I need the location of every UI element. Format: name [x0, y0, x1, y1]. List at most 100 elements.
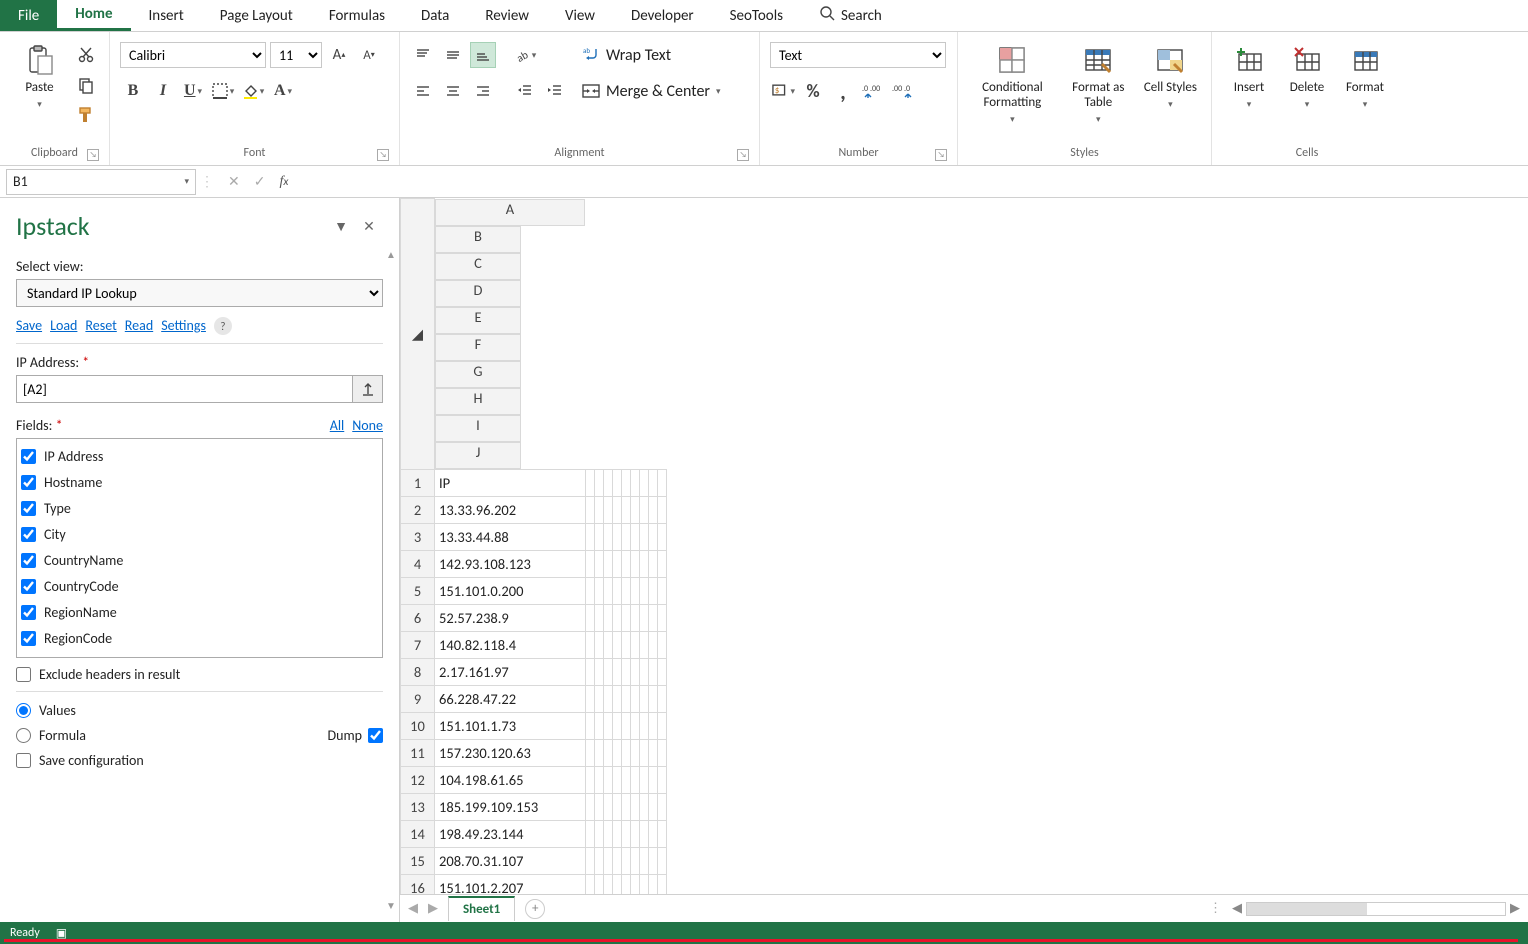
cell[interactable]: [657, 523, 666, 550]
cell[interactable]: [594, 739, 603, 766]
cell[interactable]: [603, 847, 612, 874]
font-size-combo[interactable]: 11: [270, 42, 322, 68]
cell[interactable]: [612, 550, 621, 577]
row-header[interactable]: 2: [401, 496, 435, 523]
borders-button[interactable]: [210, 78, 236, 104]
cell[interactable]: [630, 793, 639, 820]
percent-button[interactable]: %: [800, 78, 826, 104]
align-bottom-button[interactable]: [470, 42, 496, 68]
cell[interactable]: [639, 874, 648, 894]
insert-cells-button[interactable]: Insert▾: [1222, 42, 1276, 110]
cell[interactable]: [585, 550, 594, 577]
font-name-combo[interactable]: Calibri: [120, 42, 266, 68]
cell[interactable]: [639, 577, 648, 604]
cell[interactable]: [585, 577, 594, 604]
cell[interactable]: [603, 685, 612, 712]
row-header[interactable]: 6: [401, 604, 435, 631]
cell[interactable]: [657, 793, 666, 820]
cell[interactable]: [657, 739, 666, 766]
column-header[interactable]: H: [435, 388, 521, 415]
format-as-table-button[interactable]: Format as Table▾: [1061, 42, 1136, 125]
cell[interactable]: [657, 712, 666, 739]
cell[interactable]: [657, 469, 666, 496]
cell[interactable]: [630, 820, 639, 847]
column-header[interactable]: F: [435, 334, 521, 361]
cell[interactable]: [594, 469, 603, 496]
cell[interactable]: [621, 658, 630, 685]
clipboard-dialog-launcher[interactable]: ↘: [87, 149, 99, 161]
format-cells-button[interactable]: Format▾: [1338, 42, 1392, 110]
cell[interactable]: [585, 658, 594, 685]
cell[interactable]: 66.228.47.22: [435, 685, 586, 712]
cell[interactable]: [630, 712, 639, 739]
row-header[interactable]: 15: [401, 847, 435, 874]
cell[interactable]: [630, 685, 639, 712]
align-middle-button[interactable]: [440, 42, 466, 68]
number-dialog-launcher[interactable]: ↘: [935, 149, 947, 161]
cell[interactable]: [585, 793, 594, 820]
field-option[interactable]: City: [21, 521, 378, 547]
cell[interactable]: 13.33.96.202: [435, 496, 586, 523]
cell[interactable]: [648, 577, 657, 604]
cell[interactable]: [621, 766, 630, 793]
cell[interactable]: [612, 685, 621, 712]
tab-split-handle[interactable]: ⋮: [1209, 901, 1222, 916]
cell[interactable]: 104.198.61.65: [435, 766, 586, 793]
align-right-button[interactable]: [470, 78, 496, 104]
cell[interactable]: [612, 496, 621, 523]
cancel-formula-icon[interactable]: ✕: [228, 173, 240, 190]
cell[interactable]: [648, 766, 657, 793]
cell[interactable]: [594, 712, 603, 739]
cell[interactable]: [585, 469, 594, 496]
cell[interactable]: [612, 712, 621, 739]
cell[interactable]: 151.101.0.200: [435, 577, 586, 604]
number-format-combo[interactable]: Text: [770, 42, 946, 68]
cell[interactable]: [603, 631, 612, 658]
cell[interactable]: [648, 847, 657, 874]
cell[interactable]: [612, 658, 621, 685]
font-color-button[interactable]: A: [270, 78, 296, 104]
select-view-dropdown[interactable]: Standard IP Lookup: [16, 279, 383, 307]
cell[interactable]: [639, 712, 648, 739]
cell[interactable]: [594, 766, 603, 793]
cell[interactable]: [603, 739, 612, 766]
row-header[interactable]: 16: [401, 874, 435, 894]
increase-indent-button[interactable]: [542, 78, 568, 104]
conditional-formatting-button[interactable]: Conditional Formatting▾: [968, 42, 1057, 125]
cell[interactable]: [612, 604, 621, 631]
cell[interactable]: [648, 631, 657, 658]
taskpane-scrollbar[interactable]: ▲▼: [385, 248, 397, 912]
cell[interactable]: [594, 874, 603, 894]
row-header[interactable]: 14: [401, 820, 435, 847]
column-header[interactable]: C: [435, 253, 521, 280]
cell[interactable]: [639, 739, 648, 766]
cell[interactable]: [621, 577, 630, 604]
exclude-headers-checkbox[interactable]: [16, 667, 31, 682]
field-checkbox[interactable]: [21, 475, 36, 490]
link-reset[interactable]: Reset: [85, 317, 116, 335]
formula-input[interactable]: [302, 169, 1528, 195]
accounting-format-button[interactable]: $: [770, 78, 796, 104]
taskpane-close-icon[interactable]: ✕: [355, 218, 383, 235]
cell[interactable]: [657, 604, 666, 631]
cell[interactable]: [585, 604, 594, 631]
cell[interactable]: [639, 550, 648, 577]
cell[interactable]: [639, 793, 648, 820]
cell[interactable]: IP: [435, 469, 586, 496]
column-header[interactable]: D: [435, 280, 521, 307]
field-checkbox[interactable]: [21, 631, 36, 646]
column-header[interactable]: A: [435, 199, 585, 226]
fields-list[interactable]: IP AddressHostnameTypeCityCountryNameCou…: [16, 438, 383, 658]
cell[interactable]: [612, 577, 621, 604]
cell[interactable]: [594, 793, 603, 820]
cell[interactable]: [648, 523, 657, 550]
tab-formulas[interactable]: Formulas: [311, 0, 403, 31]
cell[interactable]: [639, 523, 648, 550]
decrease-indent-button[interactable]: [512, 78, 538, 104]
cell[interactable]: [612, 793, 621, 820]
link-load[interactable]: Load: [50, 317, 77, 335]
cell[interactable]: [621, 469, 630, 496]
select-all-corner[interactable]: ◢: [401, 199, 435, 470]
cell-styles-button[interactable]: Cell Styles▾: [1140, 42, 1201, 110]
tab-home[interactable]: Home: [57, 0, 130, 31]
